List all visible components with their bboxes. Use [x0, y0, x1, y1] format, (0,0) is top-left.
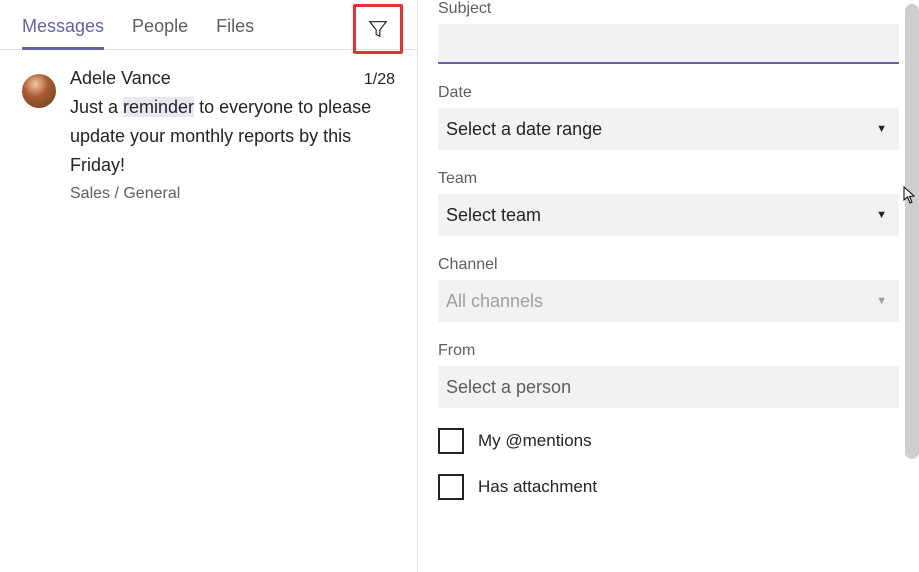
message-sender: Adele Vance — [70, 68, 171, 89]
team-select-value: Select team — [446, 205, 541, 226]
chevron-down-icon: ▼ — [876, 209, 887, 221]
tab-messages[interactable]: Messages — [22, 10, 104, 49]
filter-button[interactable] — [362, 13, 394, 45]
message-date: 1/28 — [364, 71, 395, 89]
message-text: Just a reminder to everyone to please up… — [70, 93, 395, 179]
channel-label: Channel — [438, 256, 899, 274]
avatar — [22, 74, 56, 108]
channel-select: All channels ▼ — [438, 280, 899, 322]
from-label: From — [438, 342, 899, 360]
from-input[interactable] — [438, 366, 899, 408]
filter-panel: Subject Date Select a date range ▼ Team … — [417, 0, 919, 572]
attachment-checkbox[interactable] — [438, 474, 464, 500]
subject-input[interactable] — [438, 24, 899, 64]
date-label: Date — [438, 84, 899, 102]
team-select[interactable]: Select team ▼ — [438, 194, 899, 236]
chevron-down-icon: ▼ — [876, 123, 887, 135]
filter-icon — [367, 18, 389, 40]
chevron-down-icon: ▼ — [876, 295, 887, 307]
date-select-value: Select a date range — [446, 119, 602, 140]
subject-label: Subject — [438, 0, 899, 18]
mentions-checkbox[interactable] — [438, 428, 464, 454]
date-select[interactable]: Select a date range ▼ — [438, 108, 899, 150]
message-item[interactable]: Adele Vance 1/28 Just a reminder to ever… — [0, 50, 417, 203]
scrollbar[interactable] — [905, 4, 919, 459]
team-label: Team — [438, 170, 899, 188]
tab-files[interactable]: Files — [216, 10, 254, 49]
message-location: Sales / General — [70, 185, 395, 203]
mentions-label: My @mentions — [478, 431, 592, 451]
tab-people[interactable]: People — [132, 10, 188, 49]
message-highlight: reminder — [123, 97, 194, 117]
message-text-prefix: Just a — [70, 97, 123, 117]
search-tabs: Messages People Files — [0, 6, 417, 50]
filter-button-highlight — [353, 4, 403, 54]
channel-select-value: All channels — [446, 291, 543, 312]
attachment-label: Has attachment — [478, 477, 597, 497]
